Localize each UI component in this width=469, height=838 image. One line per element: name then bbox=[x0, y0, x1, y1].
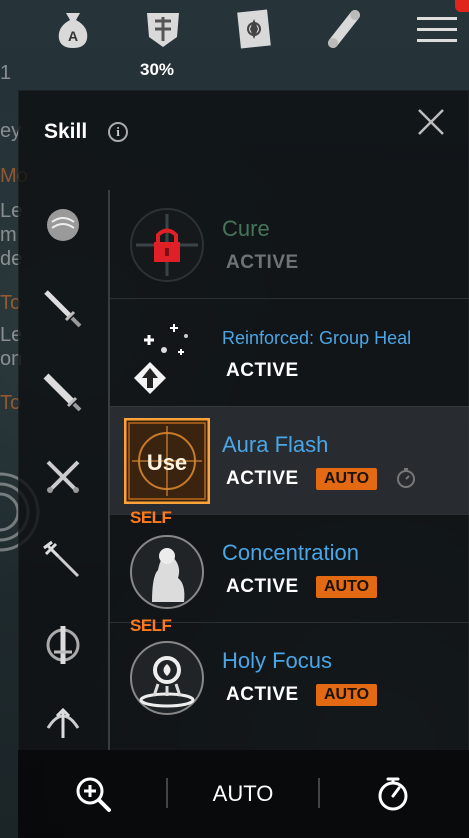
skill-status: ACTIVE bbox=[226, 684, 299, 705]
auto-badge[interactable]: AUTO bbox=[316, 684, 378, 706]
svg-text:A: A bbox=[68, 28, 78, 44]
scroll-icon[interactable] bbox=[320, 4, 370, 54]
notification-dot bbox=[455, 0, 469, 12]
guild-crest-icon[interactable] bbox=[138, 4, 188, 54]
bow-icon[interactable] bbox=[38, 694, 88, 744]
use-label: Use bbox=[147, 450, 187, 475]
panel-footer: AUTO bbox=[18, 750, 469, 838]
auto-badge[interactable]: AUTO bbox=[316, 468, 378, 490]
auto-badge[interactable]: AUTO bbox=[316, 576, 378, 598]
category-rail bbox=[18, 190, 110, 750]
cure-skill-icon bbox=[130, 208, 204, 282]
footer-divider bbox=[318, 778, 320, 808]
panel-title: Skill bbox=[44, 120, 88, 143]
top-bar: A 30% bbox=[0, 0, 469, 88]
skill-name: Cure bbox=[222, 216, 270, 241]
crest-percentage: 30% bbox=[140, 60, 175, 79]
aura-flash-skill-icon[interactable]: Use bbox=[124, 418, 210, 504]
self-tag: SELF bbox=[130, 616, 172, 635]
sword-icon[interactable] bbox=[38, 368, 88, 418]
self-tag: SELF bbox=[130, 508, 172, 527]
skill-status: ACTIVE bbox=[226, 468, 299, 489]
background-text: m bbox=[0, 224, 17, 246]
card-book-icon[interactable] bbox=[230, 4, 280, 54]
money-bag-icon[interactable]: A bbox=[48, 4, 98, 54]
skill-name: Aura Flash bbox=[222, 432, 329, 457]
skill-list: Cure ACTIVE Reinforced: Group Heal ACTIV… bbox=[110, 190, 469, 750]
timer-button[interactable] bbox=[358, 750, 428, 838]
skill-row-concentration[interactable]: SELF Concentration ACTIVE AUTO bbox=[110, 508, 469, 623]
greatsword-icon[interactable] bbox=[38, 620, 88, 670]
skill-status: ACTIVE bbox=[226, 252, 299, 273]
trident-icon[interactable] bbox=[38, 536, 88, 586]
group-heal-skill-icon bbox=[134, 324, 188, 394]
stopwatch-icon bbox=[378, 777, 408, 811]
skill-name: Concentration bbox=[222, 540, 359, 565]
hamburger-menu-icon[interactable] bbox=[412, 4, 462, 54]
skill-status: ACTIVE bbox=[226, 576, 299, 597]
skill-name: Holy Focus bbox=[222, 648, 333, 673]
skill-row-aura-flash[interactable]: Use Aura Flash ACTIVE AUTO bbox=[110, 406, 469, 515]
round-shield-icon[interactable] bbox=[38, 200, 88, 250]
skill-panel: Skill i Cure ACTIVE Reinforced: Group He… bbox=[18, 90, 469, 838]
skill-row-cure[interactable]: Cure ACTIVE bbox=[110, 190, 469, 299]
magnifier-plus-icon bbox=[76, 777, 111, 812]
crossed-swords-icon[interactable] bbox=[38, 452, 88, 502]
skill-name: Reinforced: Group Heal bbox=[222, 328, 412, 348]
zoom-button[interactable] bbox=[58, 750, 128, 838]
footer-divider bbox=[166, 778, 168, 808]
panel-header: Skill i bbox=[18, 90, 469, 176]
stopwatch-icon[interactable] bbox=[394, 466, 418, 490]
concentration-skill-icon bbox=[130, 535, 204, 609]
skill-row-holy-focus[interactable]: SELF Holy Focus ACTIVE AUTO bbox=[110, 616, 469, 730]
auto-button[interactable]: AUTO bbox=[188, 750, 298, 838]
skill-row-reinforced-group-heal[interactable]: Reinforced: Group Heal ACTIVE bbox=[110, 298, 469, 407]
dagger-icon[interactable] bbox=[38, 284, 88, 334]
close-icon[interactable] bbox=[413, 104, 449, 140]
skill-status: ACTIVE bbox=[226, 360, 299, 381]
info-icon[interactable]: i bbox=[108, 122, 128, 142]
holy-focus-skill-icon bbox=[130, 641, 204, 715]
